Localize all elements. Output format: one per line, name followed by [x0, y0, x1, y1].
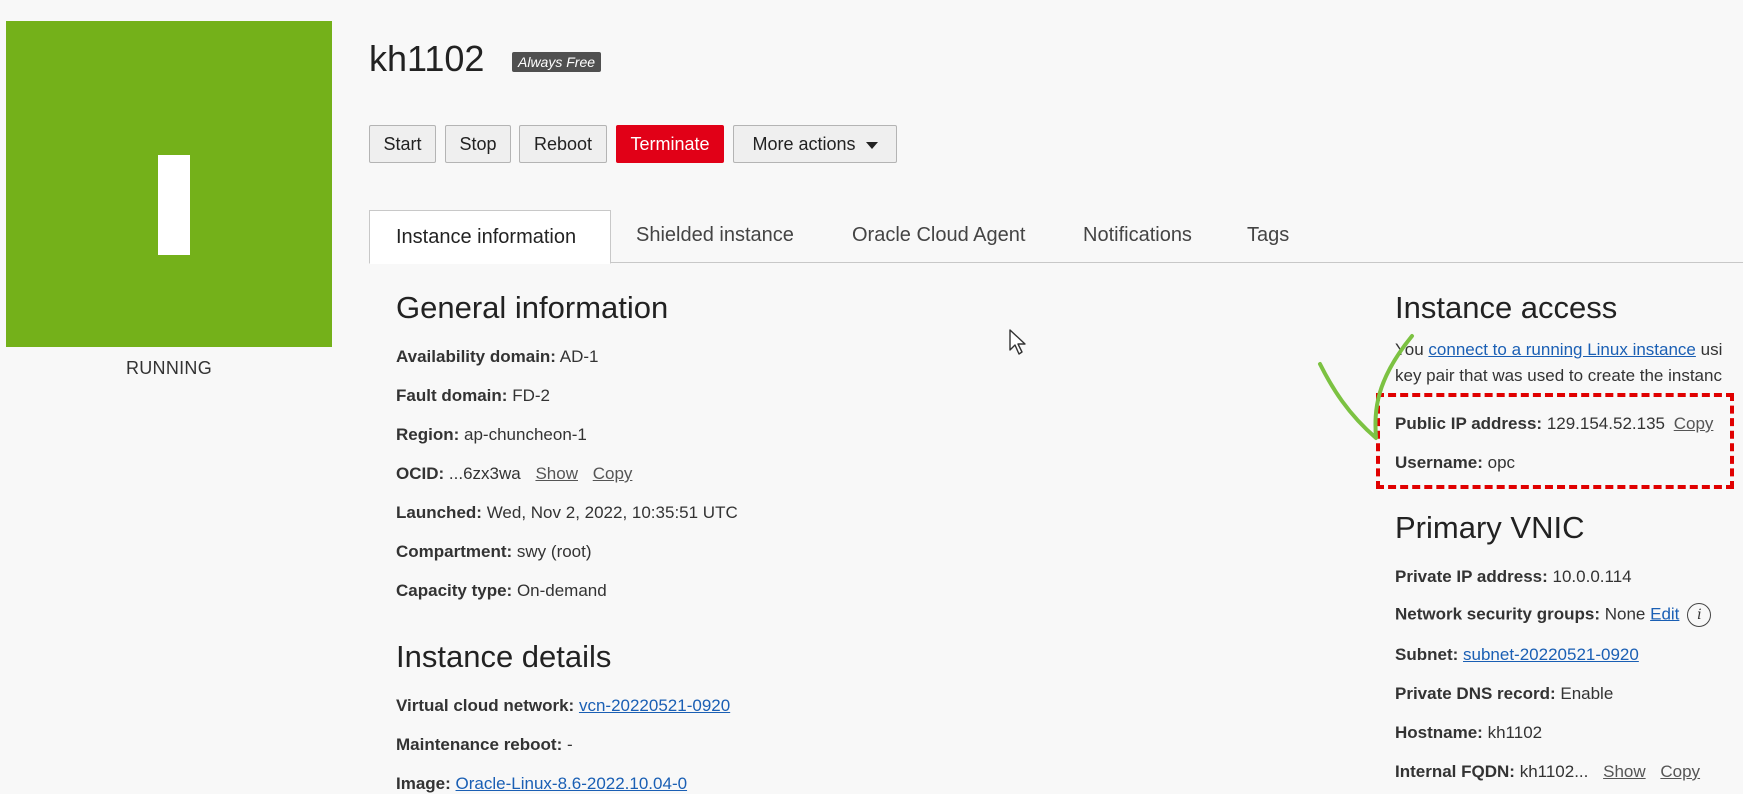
tab-oracle-cloud-agent[interactable]: Oracle Cloud Agent: [826, 210, 1051, 261]
terminate-button[interactable]: Terminate: [616, 125, 724, 163]
public-ip-field: Public IP address: 129.154.52.135 Copy: [1395, 414, 1714, 433]
instance-access-heading: Instance access: [1395, 290, 1618, 325]
vcn-field: Virtual cloud network: vcn-20220521-0920: [396, 696, 731, 715]
checkmark-annotation-icon: [1318, 334, 1414, 440]
private-dns-field: Private DNS record: Enable: [1395, 684, 1614, 703]
highlight-box: [1376, 393, 1734, 489]
hostname-field: Hostname: kh1102: [1395, 723, 1543, 742]
subnet-link[interactable]: subnet-20220521-0920: [1463, 645, 1639, 664]
instance-status-tile: [6, 21, 332, 347]
status-label: RUNNING: [125, 358, 213, 378]
tab-shielded-instance[interactable]: Shielded instance: [610, 210, 820, 261]
instance-icon: [158, 155, 190, 255]
access-description-line2: key pair that was used to create the ins…: [1395, 366, 1722, 385]
ocid-copy-link[interactable]: Copy: [593, 464, 633, 483]
image-link[interactable]: Oracle-Linux-8.6-2022.10.04-0: [456, 774, 688, 793]
always-free-badge: Always Free: [512, 52, 602, 72]
more-actions-button[interactable]: More actions: [733, 125, 897, 163]
mouse-cursor-icon: [1009, 329, 1026, 355]
maintenance-reboot-field: Maintenance reboot: -: [396, 735, 573, 754]
capacity-type-field: Capacity type: On-demand: [396, 581, 607, 600]
vcn-link[interactable]: vcn-20220521-0920: [579, 696, 730, 715]
connect-linux-link[interactable]: connect to a running Linux instance: [1428, 340, 1695, 359]
nsg-edit-link[interactable]: Edit: [1650, 604, 1679, 623]
reboot-button[interactable]: Reboot: [519, 125, 607, 163]
fqdn-show-link[interactable]: Show: [1603, 762, 1646, 781]
internal-fqdn-field: Internal FQDN: kh1102... Show Copy: [1395, 762, 1701, 781]
tab-instance-information[interactable]: Instance information: [369, 210, 611, 264]
primary-vnic-heading: Primary VNIC: [1395, 510, 1585, 545]
region-field: Region: ap-chuncheon-1: [396, 425, 587, 444]
public-ip-copy-link[interactable]: Copy: [1674, 414, 1714, 433]
compartment-field: Compartment: swy (root): [396, 542, 592, 561]
page-title: kh1102: [369, 38, 485, 79]
instance-details-heading: Instance details: [396, 639, 612, 674]
fqdn-copy-link[interactable]: Copy: [1660, 762, 1700, 781]
access-description-line1: You connect to a running Linux instance …: [1395, 340, 1723, 359]
start-button[interactable]: Start: [369, 125, 436, 163]
private-ip-field: Private IP address: 10.0.0.114: [1395, 567, 1632, 586]
stop-button[interactable]: Stop: [445, 125, 511, 163]
caret-down-icon: [865, 141, 878, 149]
general-info-heading: General information: [396, 290, 669, 325]
more-actions-label: More actions: [752, 134, 856, 154]
image-field: Image: Oracle-Linux-8.6-2022.10.04-0: [396, 774, 688, 793]
ocid-show-link[interactable]: Show: [535, 464, 578, 483]
username-field: Username: opc: [1395, 453, 1516, 472]
ocid-field: OCID: ...6zx3wa Show Copy: [396, 464, 633, 483]
fault-domain-field: Fault domain: FD-2: [396, 386, 550, 405]
launched-field: Launched: Wed, Nov 2, 2022, 10:35:51 UTC: [396, 503, 738, 522]
nsg-field: Network security groups: None Edit i: [1395, 603, 1712, 627]
tab-tags[interactable]: Tags: [1221, 210, 1315, 261]
info-icon[interactable]: i: [1687, 603, 1712, 627]
subnet-field: Subnet: subnet-20220521-0920: [1395, 645, 1639, 664]
tab-notifications[interactable]: Notifications: [1057, 210, 1218, 261]
availability-domain-field: Availability domain: AD-1: [396, 347, 599, 366]
